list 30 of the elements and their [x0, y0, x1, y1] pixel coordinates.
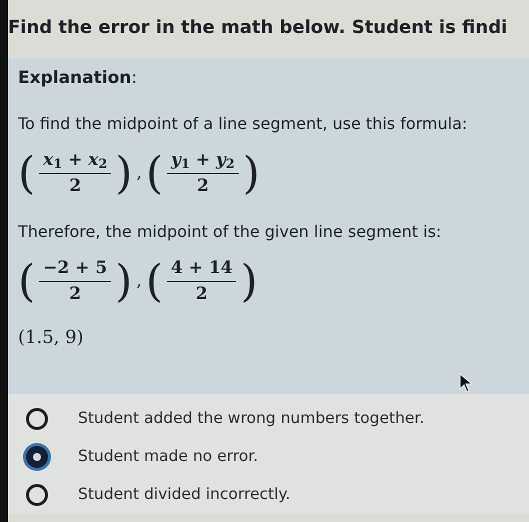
parenthesis: (: [146, 260, 163, 304]
explanation-heading: Explanation:: [18, 67, 138, 90]
parenthesis: ): [242, 152, 260, 196]
parenthesis: (: [18, 260, 36, 304]
numerator: y$_{1}$ + y$_{2}$: [167, 148, 239, 174]
parenthesis: ): [240, 260, 258, 304]
option-label[interactable]: Student divided incorrectly.: [78, 483, 290, 507]
radio-button[interactable]: [26, 446, 48, 468]
parenthesis: ): [115, 260, 132, 304]
numerator: 4 + 14: [166, 256, 236, 282]
question-title: Find the error in the math below. Student is findi: [8, 16, 508, 40]
option-label[interactable]: Student made no error.: [78, 445, 258, 469]
parenthesis: (: [18, 152, 36, 196]
denominator: 2: [69, 283, 82, 306]
radio-button[interactable]: [26, 484, 48, 506]
comma: ,: [136, 162, 142, 185]
explanation-text: To find the midpoint of a line segment, use this formula:: [18, 112, 468, 134]
option-label[interactable]: Student added the wrong numbers together.: [78, 407, 424, 431]
comma: ,: [136, 270, 142, 293]
result-coordinates: (1.5, 9): [18, 326, 85, 350]
explanation-text: Therefore, the midpoint of the given line segment is:: [18, 220, 442, 242]
parenthesis: ): [115, 152, 132, 196]
radio-button[interactable]: [26, 408, 48, 430]
denominator: 2: [196, 283, 208, 306]
numerator: −2 + 5: [39, 256, 112, 282]
numerator: x$_{1}$ + x$_{2}$: [39, 148, 112, 174]
parenthesis: (: [146, 152, 164, 196]
denominator: 2: [69, 175, 82, 198]
cursor-icon: [458, 373, 474, 393]
denominator: 2: [196, 175, 209, 198]
